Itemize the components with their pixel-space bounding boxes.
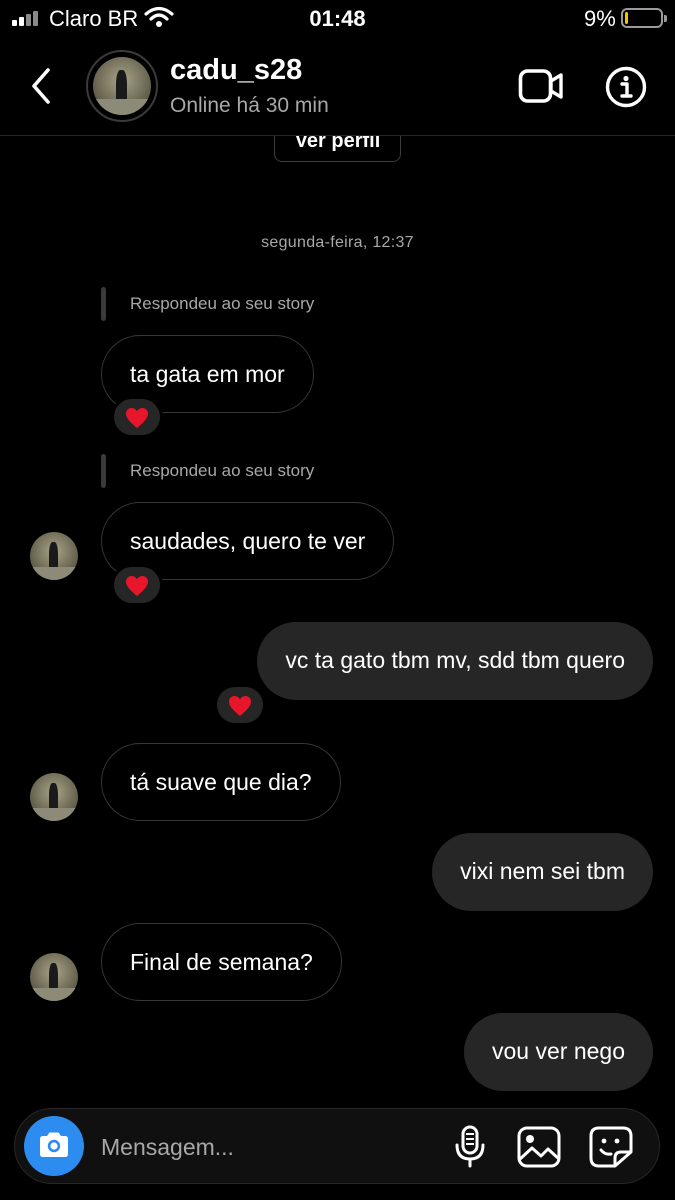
status-bar: Claro BR 01:48 9% bbox=[0, 0, 675, 40]
sender-avatar[interactable] bbox=[30, 953, 78, 1001]
reply-bar bbox=[101, 287, 106, 321]
contact-avatar[interactable] bbox=[86, 50, 158, 122]
chevron-left-icon[interactable] bbox=[26, 66, 60, 106]
video-camera-icon[interactable] bbox=[518, 67, 564, 105]
camera-icon bbox=[40, 1132, 68, 1157]
contact-online-status: Online há 30 min bbox=[170, 94, 329, 117]
date-separator: segunda-feira, 12:37 bbox=[261, 234, 414, 251]
info-icon[interactable] bbox=[605, 66, 647, 108]
outgoing-message[interactable]: vou ver nego bbox=[464, 1013, 653, 1091]
view-profile-button[interactable]: Ver perfil bbox=[274, 136, 401, 162]
battery-percentage: 9% bbox=[584, 6, 616, 31]
reaction-badge[interactable] bbox=[111, 396, 163, 438]
message-composer bbox=[14, 1108, 660, 1184]
reaction-badge[interactable] bbox=[214, 684, 266, 726]
camera-button[interactable] bbox=[24, 1116, 84, 1176]
story-reply-label: Respondeu ao seu story bbox=[130, 294, 315, 313]
outgoing-message[interactable]: vixi nem sei tbm bbox=[432, 833, 653, 911]
contact-username[interactable]: cadu_s28 bbox=[170, 54, 302, 87]
clock: 01:48 bbox=[309, 6, 366, 31]
outgoing-message[interactable]: vc ta gato tbm mv, sdd tbm quero bbox=[257, 622, 653, 700]
image-gallery-icon[interactable] bbox=[517, 1126, 561, 1168]
incoming-message[interactable]: tá suave que dia? bbox=[101, 743, 341, 821]
battery-icon bbox=[621, 8, 667, 28]
battery-fill bbox=[625, 12, 628, 24]
message-thread[interactable]: Ver perfil segunda-feira, 12:37 Responde… bbox=[0, 136, 675, 1106]
heart-icon bbox=[229, 695, 251, 716]
reaction-badge[interactable] bbox=[111, 564, 163, 606]
reply-bar bbox=[101, 454, 106, 488]
chat-header: cadu_s28 Online há 30 min bbox=[0, 40, 675, 136]
sticker-icon[interactable] bbox=[589, 1126, 633, 1168]
incoming-message[interactable]: Final de semana? bbox=[101, 923, 342, 1001]
story-reply-label: Respondeu ao seu story bbox=[130, 461, 315, 480]
sender-avatar[interactable] bbox=[30, 773, 78, 821]
microphone-icon[interactable] bbox=[452, 1125, 488, 1169]
message-input[interactable] bbox=[101, 1129, 431, 1165]
heart-icon bbox=[126, 407, 148, 428]
heart-icon bbox=[126, 575, 148, 596]
sender-avatar[interactable] bbox=[30, 532, 78, 580]
avatar-photo bbox=[93, 57, 151, 115]
